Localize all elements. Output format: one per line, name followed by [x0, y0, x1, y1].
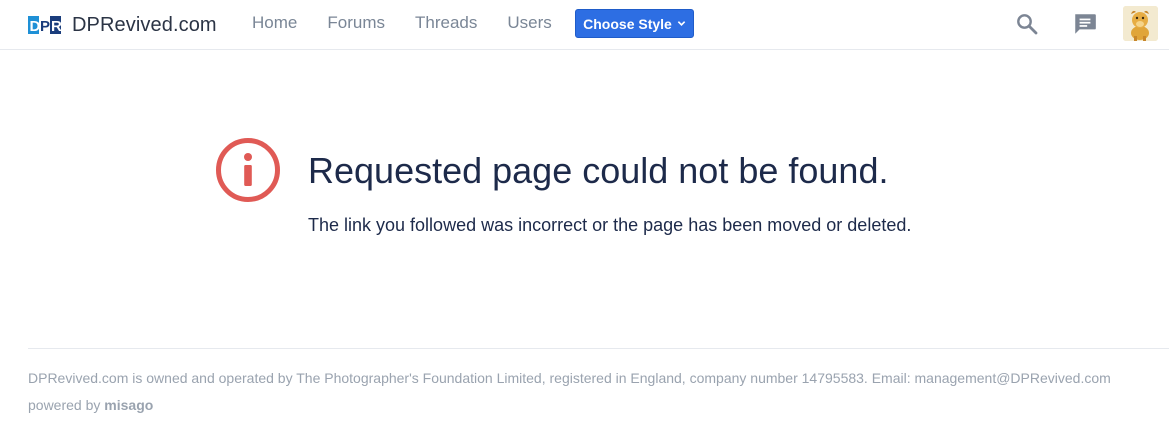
chat-button[interactable]: [1072, 11, 1098, 37]
nav-forums[interactable]: Forums: [327, 13, 385, 33]
main-nav: Home Forums Threads Users: [252, 13, 582, 33]
avatar[interactable]: [1123, 6, 1158, 41]
choose-style-label: Choose Style: [583, 15, 672, 32]
footer-divider: [28, 348, 1169, 349]
footer-ownership: DPRevived.com is owned and operated by T…: [28, 370, 1111, 386]
chat-icon: [1075, 14, 1096, 34]
svg-text:P: P: [40, 18, 50, 34]
top-navbar: D P R DPRevived.com Home Forums Threads …: [0, 0, 1169, 50]
chevron-down-icon: [677, 21, 686, 26]
search-button[interactable]: [1014, 11, 1040, 37]
misago-link[interactable]: misago: [104, 397, 153, 413]
error-message: The link you followed was incorrect or t…: [308, 215, 912, 235]
nav-home[interactable]: Home: [252, 13, 297, 33]
nav-users[interactable]: Users: [507, 13, 551, 33]
brand-logo: D P R: [28, 16, 61, 34]
brand-link[interactable]: D P R DPRevived.com: [28, 11, 217, 39]
search-icon: [1017, 14, 1038, 35]
powered-prefix: powered by: [28, 397, 101, 413]
choose-style-button[interactable]: Choose Style: [575, 9, 694, 38]
lion-avatar-icon: [1123, 6, 1158, 41]
error-panel: Requested page could not be found. The l…: [214, 136, 974, 256]
nav-threads[interactable]: Threads: [415, 13, 477, 33]
error-title: Requested page could not be found.: [308, 150, 889, 191]
brand-name: DPRevived.com: [72, 13, 217, 36]
info-circle-icon: [216, 138, 280, 202]
powered-by: powered by misago: [28, 396, 153, 414]
svg-text:D: D: [30, 18, 41, 34]
svg-text:R: R: [51, 18, 61, 34]
